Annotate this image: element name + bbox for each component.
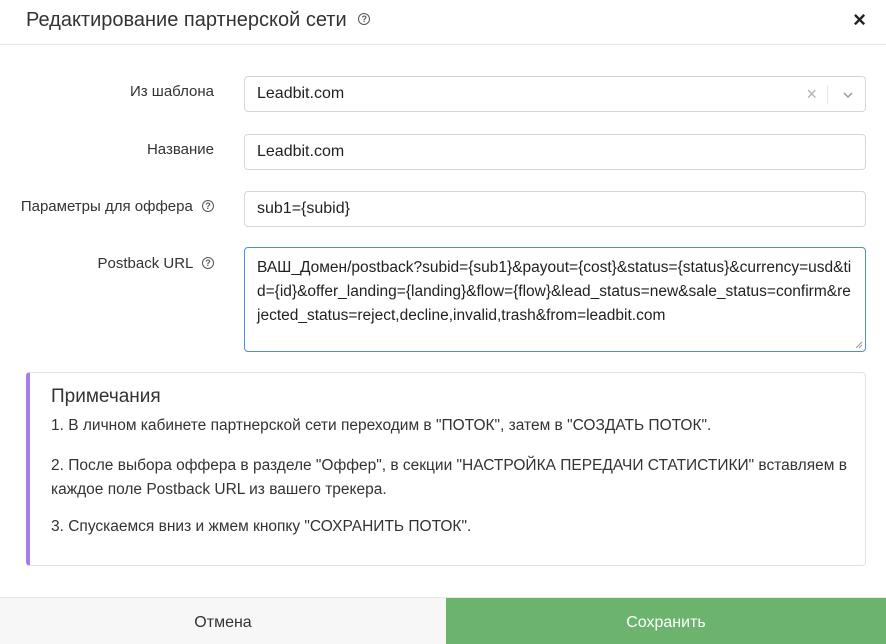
note-item: 2. После выбора оффера в разделе "Оффер"… xyxy=(51,457,847,498)
modal-title-text: Редактирование партнерской сети xyxy=(26,9,347,31)
modal-footer: Отмена Сохранить xyxy=(0,597,886,644)
offer-params-label-text: Параметры для оффера xyxy=(20,198,193,215)
postback-label-text: Postback URL xyxy=(97,255,193,272)
save-button[interactable]: Сохранить xyxy=(446,598,886,644)
note-item: 1. В личном кабинете партнерской сети пе… xyxy=(51,417,712,434)
help-icon[interactable]: ? xyxy=(202,257,214,270)
notes-panel: Примечания 1. В личном кабинете партнерс… xyxy=(26,372,866,566)
close-icon[interactable]: × xyxy=(853,8,866,32)
offer-params-input-value: sub1={subid} xyxy=(257,200,350,217)
offer-params-input[interactable]: sub1={subid} xyxy=(244,191,866,227)
notes-title: Примечания xyxy=(51,386,161,407)
help-icon[interactable]: ? xyxy=(202,200,214,213)
name-label: Название xyxy=(147,141,214,158)
note-item: 3. Спускаемся вниз и жмем кнопку "СОХРАН… xyxy=(51,518,472,535)
postback-label: Postback URL ? xyxy=(97,255,214,272)
chevron-down-icon[interactable] xyxy=(843,90,853,100)
clear-icon[interactable]: × xyxy=(806,77,817,111)
modal-header: Редактирование партнерской сети ? × xyxy=(0,0,886,45)
template-select[interactable]: Leadbit.com × xyxy=(244,76,866,112)
select-divider xyxy=(827,86,828,104)
modal-title: Редактирование партнерской сети ? xyxy=(26,8,371,32)
offer-params-label: Параметры для оффера ? xyxy=(21,198,214,215)
name-input[interactable]: Leadbit.com xyxy=(244,134,866,170)
postback-url-value: ВАШ_Домен/postback?subid={sub1}&payout={… xyxy=(257,259,852,324)
cancel-button[interactable]: Отмена xyxy=(0,598,446,644)
postback-url-textarea[interactable]: ВАШ_Домен/postback?subid={sub1}&payout={… xyxy=(244,247,866,352)
resize-grip-icon[interactable] xyxy=(855,341,863,349)
template-select-value: Leadbit.com xyxy=(257,85,345,102)
name-input-value: Leadbit.com xyxy=(257,143,345,160)
help-icon[interactable]: ? xyxy=(358,12,371,25)
template-label: Из шаблона xyxy=(130,83,214,100)
template-label-text: Из шаблона xyxy=(129,83,214,100)
name-label-text: Название xyxy=(146,141,214,158)
